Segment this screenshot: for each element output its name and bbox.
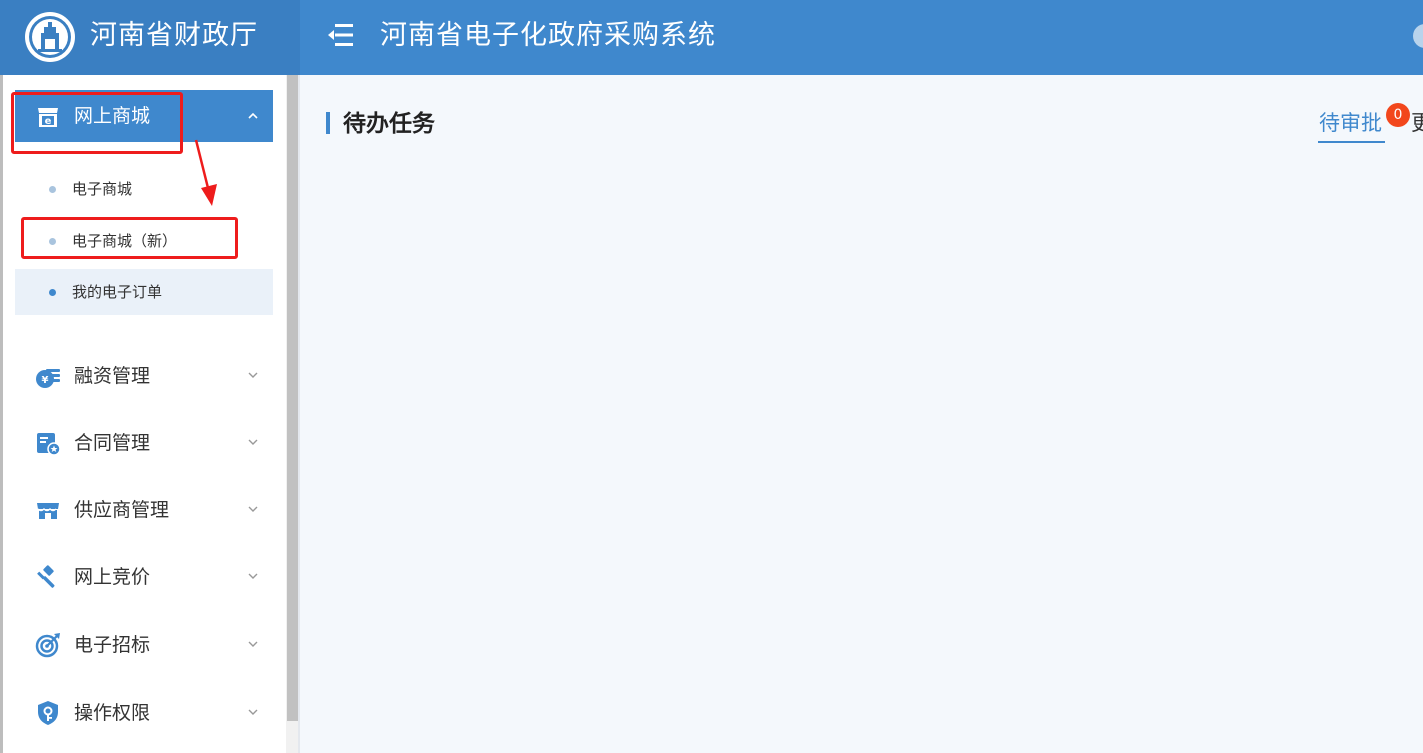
chevron-down-icon xyxy=(248,709,258,715)
menu-label: 操作权限 xyxy=(74,702,151,724)
chevron-down-icon xyxy=(248,372,258,378)
section-title: 待办任务 xyxy=(343,111,435,137)
menu-online-bidding[interactable]: 网上竞价 xyxy=(15,552,273,602)
bullet-dot-icon xyxy=(49,289,56,296)
menu-finance[interactable]: ¥ 融资管理 xyxy=(15,351,273,401)
submenu-item-emall[interactable]: 电子商城 xyxy=(15,166,273,212)
shield-key-icon xyxy=(38,701,58,725)
bullet-dot-icon xyxy=(49,186,56,193)
annotation-box-online-mall xyxy=(11,92,183,154)
chevron-up-icon xyxy=(248,112,258,119)
top-header: 河南省财政厅 河南省电子化政府采购系统 xyxy=(0,0,1423,75)
menu-toggle-icon[interactable] xyxy=(327,22,355,48)
menu-label: 网上竞价 xyxy=(74,566,151,588)
chevron-down-icon xyxy=(248,439,258,445)
menu-supplier[interactable]: 供应商管理 xyxy=(15,485,273,535)
annotation-arrow-icon xyxy=(194,139,217,206)
menu-e-tender[interactable]: 电子招标 xyxy=(15,620,273,670)
tab-pending-approval[interactable]: 待审批 xyxy=(1319,108,1382,138)
annotation-box-emall-new xyxy=(21,217,238,259)
target-icon xyxy=(35,633,60,658)
gavel-icon xyxy=(37,565,55,588)
emblem-logo xyxy=(25,12,75,62)
menu-label: 电子招标 xyxy=(74,634,151,656)
menu-label: 融资管理 xyxy=(74,365,151,387)
supplier-icon xyxy=(37,503,59,519)
tab-active-underline xyxy=(1318,141,1385,143)
submenu-label: 我的电子订单 xyxy=(72,283,163,301)
chevron-down-icon xyxy=(248,506,258,512)
menu-contract[interactable]: 合同管理 xyxy=(15,418,273,468)
menu-label: 供应商管理 xyxy=(74,499,170,521)
brand-area: 河南省财政厅 xyxy=(0,0,300,75)
chevron-down-icon xyxy=(248,641,258,647)
submenu-item-my-orders[interactable]: 我的电子订单 xyxy=(15,269,273,315)
pending-count-badge: 0 xyxy=(1386,103,1410,127)
content-divider xyxy=(298,75,300,753)
svg-text:¥: ¥ xyxy=(42,375,49,386)
sidebar-border xyxy=(0,75,3,753)
brand-name: 河南省财政厅 xyxy=(90,20,258,51)
menu-label: 合同管理 xyxy=(74,432,151,454)
contract-icon xyxy=(37,433,61,456)
finance-icon: ¥ xyxy=(36,369,60,388)
submenu-label: 电子商城 xyxy=(72,180,133,198)
user-avatar[interactable] xyxy=(1413,24,1423,48)
section-accent-bar xyxy=(326,112,330,134)
menu-permissions[interactable]: 操作权限 xyxy=(15,688,273,738)
system-title: 河南省电子化政府采购系统 xyxy=(380,20,716,51)
tab-more[interactable]: 更 xyxy=(1411,108,1423,138)
chevron-down-icon xyxy=(248,573,258,579)
